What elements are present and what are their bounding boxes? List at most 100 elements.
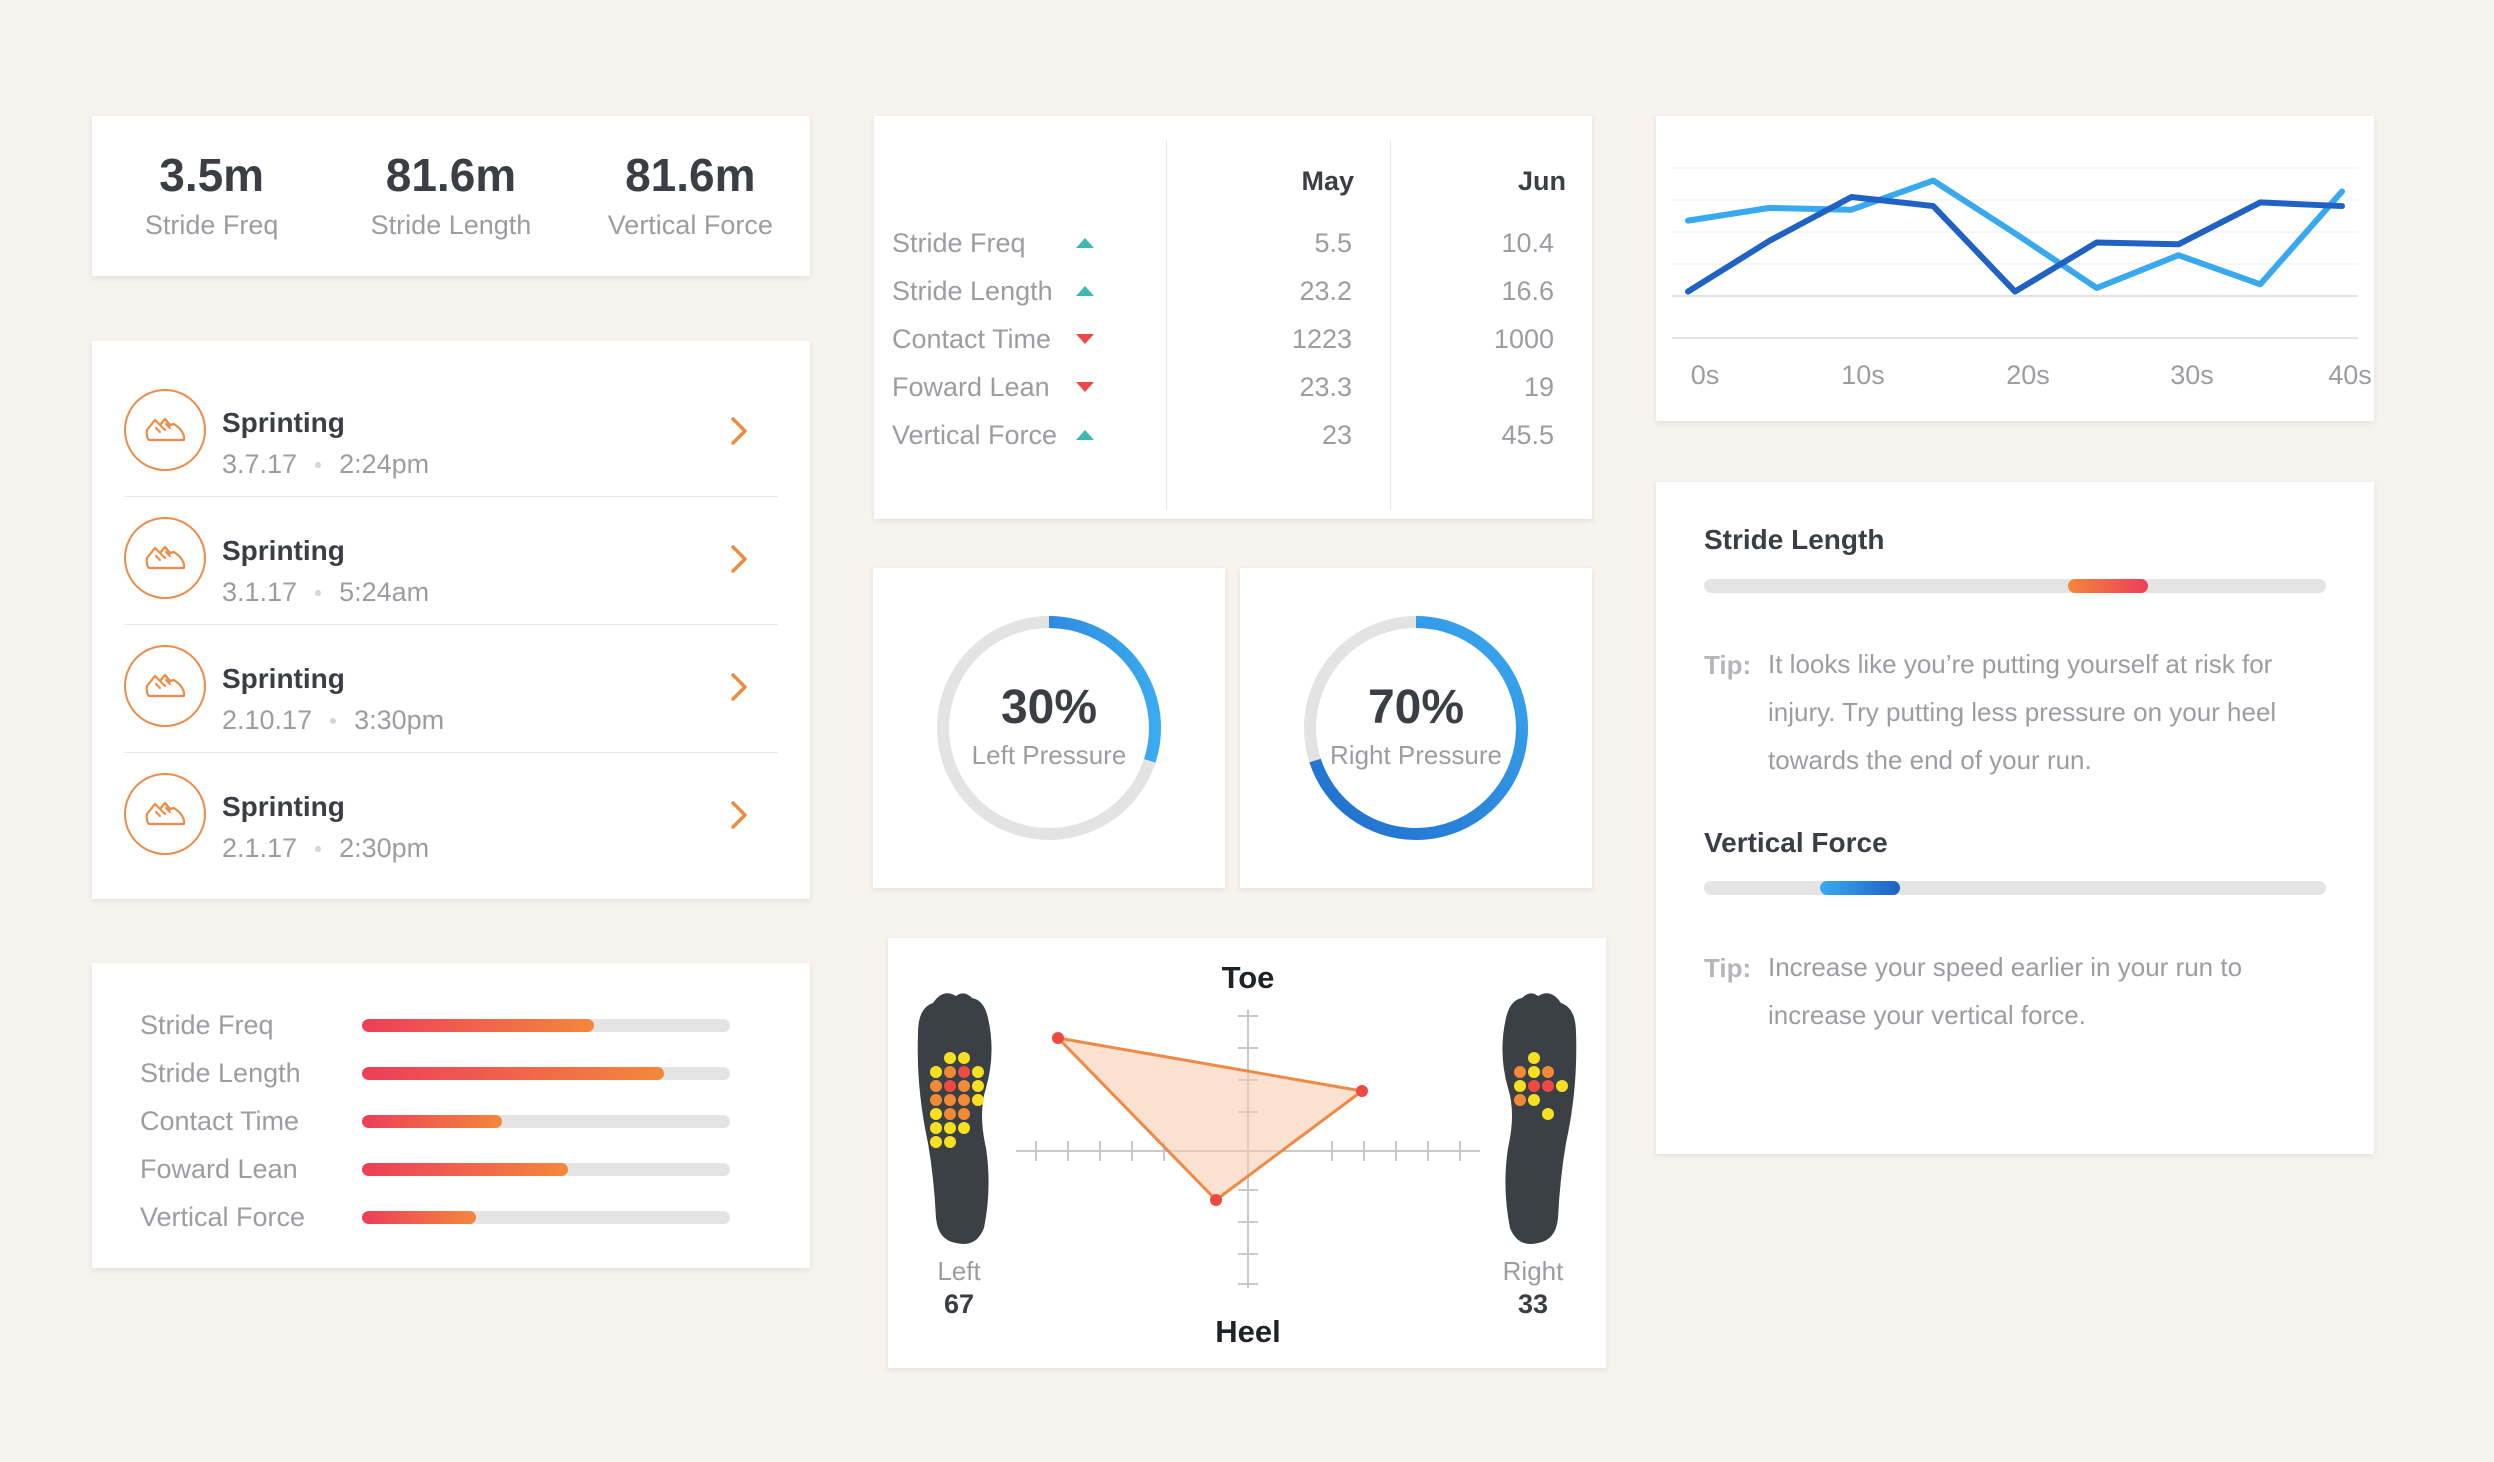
stat-stride-length: 81.6m Stride Length	[331, 116, 570, 276]
cell-jun: 1000	[1493, 324, 1554, 354]
stride-line-chart: 0s 10s 20s 30s 40s	[1656, 116, 2374, 421]
trend-up-icon	[1076, 430, 1094, 440]
right-pressure-gauge: 70% Right Pressure	[1240, 568, 1592, 888]
session-date: 2.10.17	[222, 705, 313, 735]
x-tick-label: 40s	[2328, 360, 2372, 390]
separator-dot	[315, 461, 322, 468]
tip-label: Tip:	[1704, 953, 1752, 983]
session-time: 2:24pm	[339, 449, 430, 479]
session-date: 3.1.17	[222, 577, 298, 607]
metric-bar-row: Stride Length	[140, 1049, 810, 1097]
metric-bar-row: Stride Freq	[140, 1001, 810, 1049]
chevron-right-icon[interactable]	[724, 669, 754, 705]
cell-jun: 16.6	[1501, 276, 1554, 306]
session-meta: 2.1.17 2:30pm	[222, 833, 429, 864]
running-shoe-icon	[124, 517, 206, 599]
stat-stride-freq: 3.5m Stride Freq	[92, 116, 331, 276]
monthly-comparison-table: May Jun Stride Freq 5.5 10.4 Stride Leng…	[874, 116, 1592, 519]
metric-track	[362, 1018, 730, 1032]
right-foot-label: Right	[1502, 1256, 1564, 1286]
list-item[interactable]: Sprinting 3.7.17 2:24pm	[124, 369, 778, 497]
session-date: 2.1.17	[222, 833, 298, 863]
x-tick-label: 0s	[1690, 360, 1720, 390]
running-shoe-icon	[124, 645, 206, 727]
list-item[interactable]: Sprinting 2.1.17 2:30pm	[124, 753, 778, 881]
row-label: Foward Lean	[892, 372, 1050, 402]
right-foot-icon	[1502, 993, 1577, 1244]
row-label: Stride Freq	[892, 228, 1026, 258]
tip-text: It looks like you’re putting yourself at…	[1768, 649, 2277, 775]
balance-point	[1052, 1032, 1064, 1044]
right-foot-value: 33	[1517, 1289, 1549, 1319]
toe-label: Toe	[1221, 960, 1275, 995]
metric-fill	[362, 1114, 502, 1128]
separator-dot	[315, 845, 322, 852]
gauge-percent: 70%	[1367, 681, 1465, 734]
metric-bar-row: Vertical Force	[140, 1193, 810, 1241]
column-divider	[1166, 140, 1167, 510]
metric-fill	[362, 1162, 569, 1176]
column-header-jun: Jun	[1517, 166, 1566, 196]
left-foot-stat: Left 67	[914, 1256, 1004, 1320]
trend-down-icon	[1076, 382, 1094, 392]
running-shoe-icon	[124, 773, 206, 855]
session-time: 2:30pm	[339, 833, 430, 863]
tip-text: Increase your speed earlier in your run …	[1768, 952, 2243, 1030]
metric-track	[362, 1162, 730, 1176]
gauge-label: Right Pressure	[1330, 740, 1502, 770]
cell-jun: 19	[1523, 372, 1554, 402]
left-foot-value: 67	[943, 1289, 975, 1319]
session-title: Sprinting	[222, 407, 345, 438]
left-pressure-gauge: 30% Left Pressure	[873, 568, 1225, 888]
metric-track	[362, 1114, 730, 1128]
list-item[interactable]: Sprinting 2.10.17 3:30pm	[124, 625, 778, 753]
session-time: 5:24am	[339, 577, 430, 607]
separator-dot	[330, 717, 337, 724]
tip-label: Tip:	[1704, 650, 1752, 680]
right-foot-stat: Right 33	[1488, 1256, 1578, 1320]
x-tick-label: 20s	[2006, 360, 2050, 390]
chevron-right-icon[interactable]	[724, 797, 754, 833]
tips-card: Stride Length Tip: It looks like you’re …	[1656, 482, 2374, 1154]
session-meta: 3.7.17 2:24pm	[222, 449, 429, 480]
trend-up-icon	[1076, 238, 1094, 248]
vertical-force-track	[1704, 881, 2326, 895]
left-foot-icon	[917, 993, 992, 1244]
session-meta: 3.1.17 5:24am	[222, 577, 429, 608]
metric-bar-row: Foward Lean	[140, 1145, 810, 1193]
stride-length-title: Stride Length	[1704, 524, 1885, 555]
session-title: Sprinting	[222, 535, 345, 566]
row-label: Vertical Force	[892, 420, 1058, 450]
metric-track	[362, 1066, 730, 1080]
vertical-force-indicator	[1819, 881, 1900, 895]
x-tick-label: 30s	[2170, 360, 2214, 390]
session-meta: 2.10.17 3:30pm	[222, 705, 444, 736]
chevron-right-icon[interactable]	[724, 541, 754, 577]
session-time: 3:30pm	[354, 705, 445, 735]
left-foot-label: Left	[937, 1256, 981, 1286]
balance-triangle	[1056, 1036, 1364, 1202]
stat-vertical-force: 81.6m Vertical Force	[571, 116, 810, 276]
stat-label: Stride Length	[370, 210, 532, 240]
metric-label: Contact Time	[140, 1105, 300, 1136]
chevron-right-icon[interactable]	[724, 413, 754, 449]
running-shoe-icon	[124, 389, 206, 471]
list-item[interactable]: Sprinting 3.1.17 5:24am	[124, 497, 778, 625]
column-header-may: May	[1301, 166, 1354, 196]
metric-bars-card: Stride Freq Stride Length Contact Time F…	[92, 963, 810, 1268]
summary-stats-card: 3.5m Stride Freq 81.6m Stride Length 81.…	[92, 116, 810, 276]
metric-label: Stride Freq	[140, 1009, 274, 1040]
gauge-percent: 30%	[1000, 681, 1098, 734]
stat-value: 3.5m	[159, 149, 265, 201]
heel-label: Heel	[1215, 1314, 1281, 1349]
cell-jun: 45.5	[1501, 420, 1554, 450]
metric-fill	[362, 1210, 477, 1224]
stride-length-track	[1704, 579, 2326, 593]
session-date: 3.7.17	[222, 449, 298, 479]
metric-label: Vertical Force	[140, 1201, 306, 1232]
stat-value: 81.6m	[385, 149, 517, 201]
session-title: Sprinting	[222, 791, 345, 822]
row-label: Stride Length	[892, 276, 1053, 306]
session-title: Sprinting	[222, 663, 345, 694]
vertical-force-title: Vertical Force	[1704, 827, 1888, 858]
